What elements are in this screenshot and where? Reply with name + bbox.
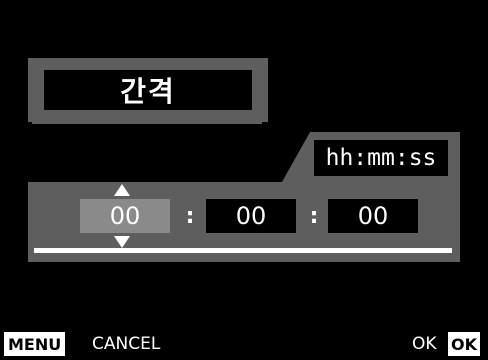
camera-settings-screen: 간격 hh:mm:ss 00 : 00 : 00 MENU CANCEL OK … (0, 0, 488, 360)
time-separator: : (309, 203, 319, 229)
minutes-field[interactable]: 00 (206, 199, 296, 233)
ok-label: OK (412, 334, 437, 354)
time-separator: : (185, 203, 195, 229)
menu-button[interactable]: MENU (4, 332, 66, 356)
cancel-label: CANCEL (92, 334, 161, 354)
decrement-arrow-icon[interactable] (114, 236, 130, 248)
hours-field[interactable]: 00 (80, 199, 170, 233)
time-format-label: hh:mm:ss (314, 140, 448, 176)
increment-arrow-icon[interactable] (114, 184, 130, 196)
time-underline (34, 248, 452, 253)
bottom-bar: MENU CANCEL OK OK (0, 328, 488, 360)
ok-button[interactable]: OK (448, 332, 480, 356)
page-title: 간격 (44, 70, 252, 110)
seconds-field[interactable]: 00 (328, 199, 418, 233)
title-panel: 간격 (28, 58, 268, 122)
title-underline (32, 120, 262, 124)
